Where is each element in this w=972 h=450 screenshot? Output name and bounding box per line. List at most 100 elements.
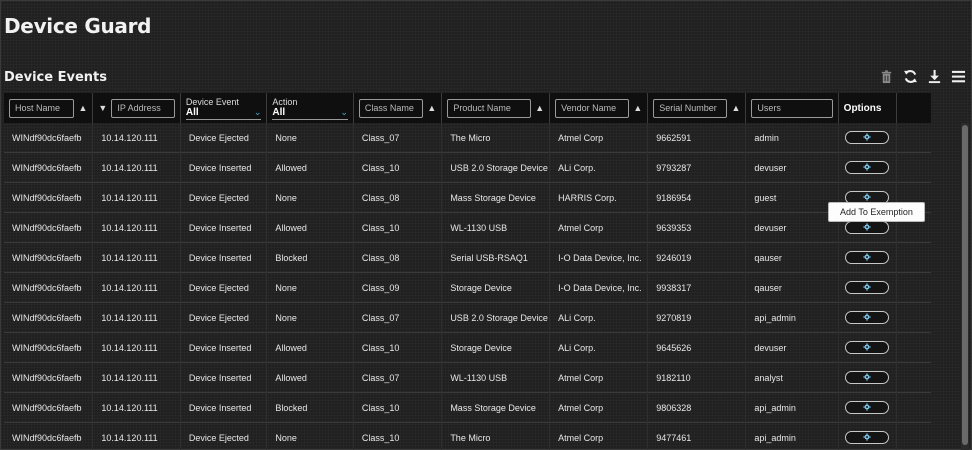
sort-icon[interactable]: ▼︎: [98, 103, 107, 113]
row-filler: [897, 333, 931, 362]
vendor-name-cell: I-O Data Device, Inc.: [550, 242, 649, 273]
sort-icon[interactable]: ▲︎: [535, 103, 544, 113]
product-name-cell: USB 2.0 Storage Device: [442, 152, 551, 183]
vendor-name-header: Vendor Name ▲︎: [550, 93, 649, 123]
refresh-button[interactable]: [902, 69, 918, 89]
row-options-button[interactable]: [844, 311, 889, 324]
table-row[interactable]: WINdf90dc6faefb 10.14.120.111 Device Inser…: [4, 392, 931, 423]
serial-number-cell: 9645626: [648, 332, 747, 363]
sort-icon[interactable]: ▲︎: [427, 103, 436, 113]
ip-address-cell: 10.14.120.111: [93, 122, 181, 153]
vendor-name-filter[interactable]: Vendor Name: [555, 98, 630, 118]
device-events-table: Host Name ▲︎ ▼︎ IP Address Device Event …: [4, 93, 966, 450]
gear-icon: [862, 372, 871, 383]
action-select[interactable]: All ⌄: [272, 107, 348, 120]
options-cell: [839, 392, 898, 423]
table-row[interactable]: WINdf90dc6faefb 10.14.120.111 Device Inser…: [4, 332, 931, 363]
table-row[interactable]: WINdf90dc6faefb 10.14.120.111 Device Inser…: [4, 362, 931, 393]
download-button[interactable]: [926, 69, 942, 89]
row-options-button[interactable]: [844, 131, 889, 144]
product-name-filter[interactable]: Product Name: [447, 98, 532, 118]
vertical-scrollbar[interactable]: [961, 123, 969, 450]
class-name-cell: Class_10: [354, 152, 443, 183]
refresh-icon: [903, 69, 918, 89]
table-row[interactable]: WINdf90dc6faefb 10.14.120.111 Device Inser…: [4, 152, 931, 183]
device-event-cell: Device Inserted: [181, 362, 268, 393]
table-body: WINdf90dc6faefb 10.14.120.111 Device Eject…: [4, 122, 966, 450]
ip-address-cell: 10.14.120.111: [93, 242, 181, 273]
delete-button[interactable]: [878, 70, 894, 87]
class-name-cell: Class_08: [354, 242, 443, 273]
device-event-select[interactable]: All ⌄: [185, 106, 262, 120]
ip-address-cell: 10.14.120.111: [93, 302, 181, 333]
gear-icon: [862, 282, 871, 293]
row-options-button[interactable]: [844, 161, 889, 174]
table-row[interactable]: WINdf90dc6faefb 10.14.120.111 Device Eject…: [4, 122, 931, 153]
serial-number-cell: 9270819: [648, 302, 747, 333]
product-name-cell: The Micro: [442, 122, 551, 153]
device-event-cell: Device Inserted: [181, 242, 268, 273]
row-options-button[interactable]: [844, 341, 889, 354]
ip-address-cell: 10.14.120.111: [93, 212, 181, 243]
host-name-filter[interactable]: Host Name: [9, 98, 75, 118]
table-row[interactable]: WINdf90dc6faefb 10.14.120.111 Device Inser…: [4, 212, 931, 243]
table-row[interactable]: WINdf90dc6faefb 10.14.120.111 Device Eject…: [4, 302, 931, 333]
device-event-cell: Device Inserted: [181, 152, 268, 183]
device-event-label[interactable]: Device Event: [186, 97, 239, 107]
table-row[interactable]: WINdf90dc6faefb 10.14.120.111 Device Eject…: [4, 422, 931, 450]
row-filler: [897, 363, 931, 392]
page-title: Device Guard: [4, 14, 152, 38]
row-options-button[interactable]: [844, 401, 889, 414]
user-cell: devuser: [746, 212, 839, 243]
action-cell: Allowed: [267, 332, 354, 363]
user-cell: devuser: [746, 152, 839, 183]
host-name-cell: WINdf90dc6faefb: [4, 392, 94, 423]
ip-address-cell: 10.14.120.111: [93, 272, 181, 303]
sort-icon[interactable]: ▲︎: [78, 103, 87, 113]
device-event-cell: Device Inserted: [181, 332, 268, 363]
action-cell: Allowed: [267, 362, 354, 393]
action-value: All: [272, 106, 286, 118]
class-name-cell: Class_10: [354, 332, 443, 363]
class-name-filter[interactable]: Class Name: [358, 98, 424, 118]
serial-number-filter[interactable]: Serial Number: [653, 98, 728, 118]
sort-icon[interactable]: ▲︎: [731, 103, 740, 113]
table-row[interactable]: WINdf90dc6faefb 10.14.120.111 Device Eject…: [4, 182, 931, 213]
ip-address-filter[interactable]: IP Address: [111, 98, 175, 118]
row-options-button[interactable]: [844, 281, 889, 294]
device-event-value: All: [185, 106, 199, 118]
download-icon: [927, 69, 942, 89]
host-name-cell: WINdf90dc6faefb: [4, 422, 94, 450]
table-row[interactable]: WINdf90dc6faefb 10.14.120.111 Device Inser…: [4, 242, 931, 273]
options-header: Options: [839, 93, 898, 123]
row-filler: [897, 243, 931, 272]
row-options-button[interactable]: [844, 371, 889, 384]
sort-icon[interactable]: ▲︎: [633, 103, 642, 113]
row-options-button[interactable]: [844, 221, 889, 234]
action-cell: Blocked: [267, 392, 354, 423]
row-options-button[interactable]: [844, 431, 889, 444]
scrollbar-thumb[interactable]: [962, 125, 968, 445]
columns-menu-button[interactable]: [950, 70, 966, 87]
vendor-name-cell: Atmel Corp: [550, 362, 649, 393]
device-event-cell: Device Inserted: [181, 392, 268, 423]
table-row[interactable]: WINdf90dc6faefb 10.14.120.111 Device Eject…: [4, 272, 931, 303]
ip-address-header: ▼︎ IP Address: [93, 93, 181, 123]
table-header: Host Name ▲︎ ▼︎ IP Address Device Event …: [4, 93, 931, 123]
row-options-button[interactable]: [844, 251, 889, 264]
gear-icon: [862, 252, 871, 263]
gear-icon: [862, 342, 871, 353]
row-filler: [897, 153, 931, 182]
device-event-cell: Device Inserted: [181, 212, 268, 243]
options-cell: [839, 272, 898, 303]
device-event-header: Device Event All ⌄: [181, 93, 268, 123]
row-filler: [897, 423, 931, 450]
row-filler: [897, 273, 931, 302]
action-cell: None: [267, 122, 354, 153]
action-label[interactable]: Action: [272, 97, 297, 107]
options-cell: [839, 332, 898, 363]
host-name-cell: WINdf90dc6faefb: [4, 272, 94, 303]
row-filler: [897, 123, 931, 152]
users-filter[interactable]: Users: [751, 98, 833, 118]
ip-address-cell: 10.14.120.111: [93, 362, 181, 393]
